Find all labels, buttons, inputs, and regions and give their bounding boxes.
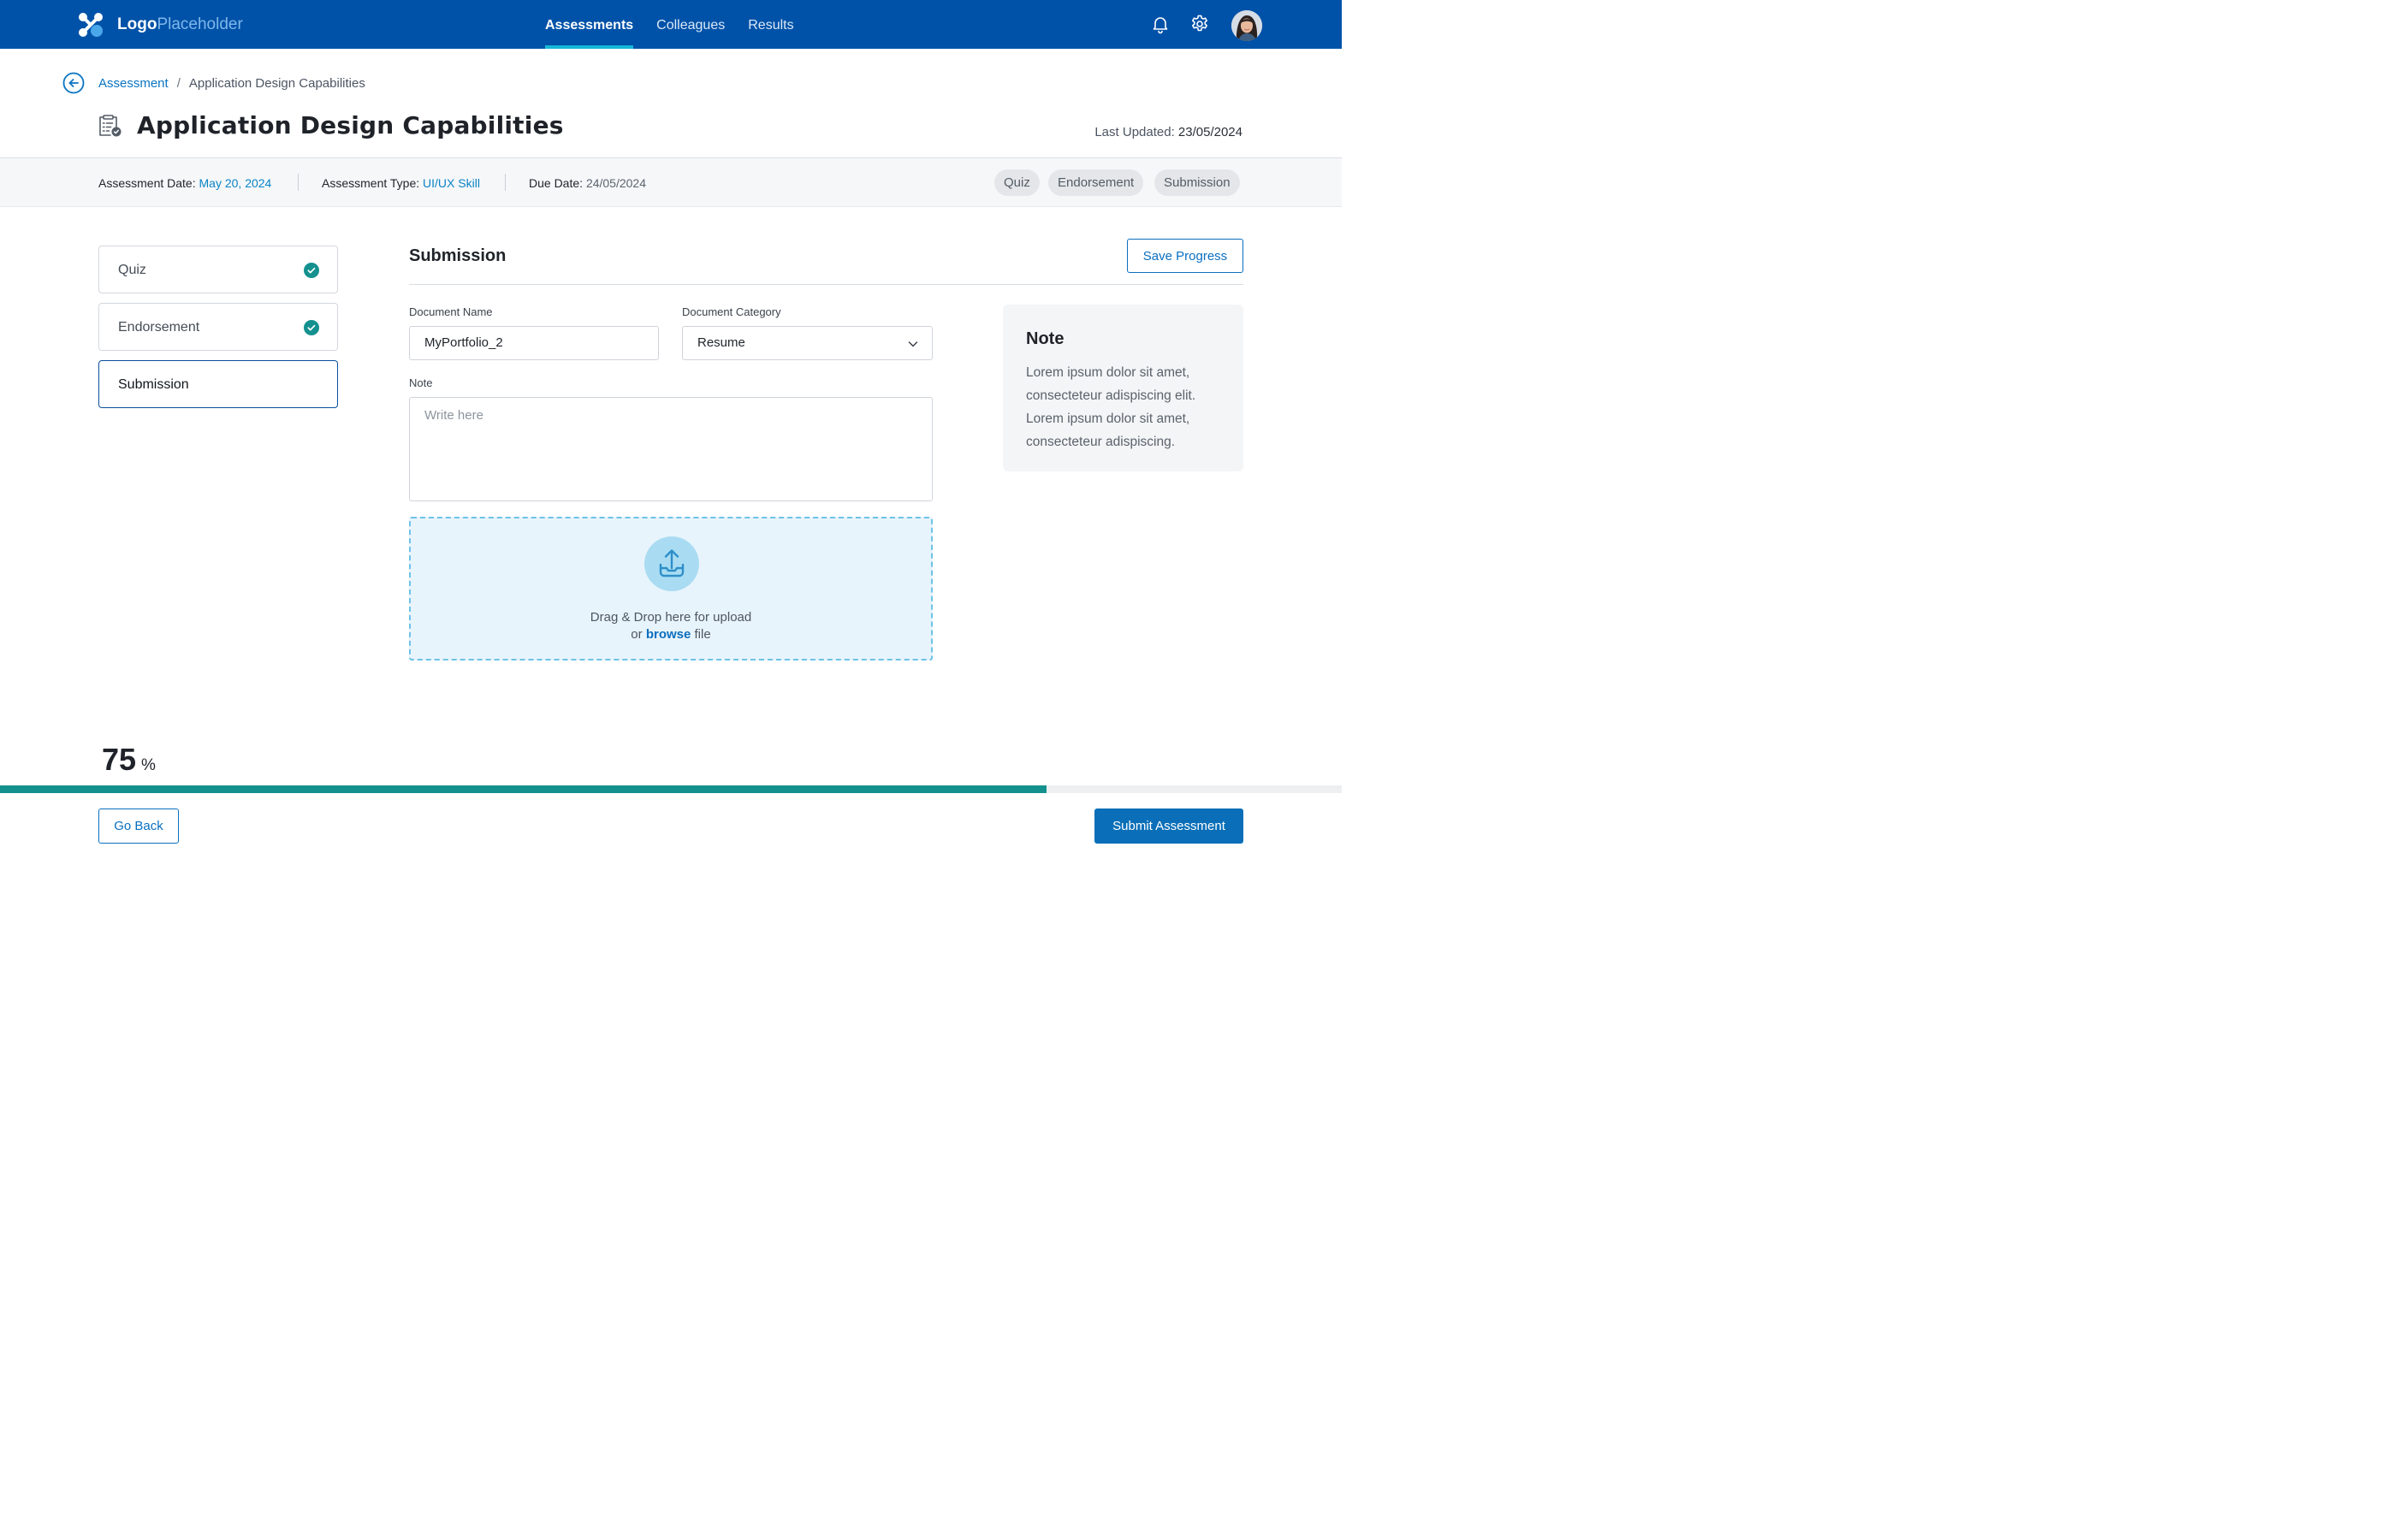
- section-title: Submission: [409, 246, 507, 265]
- step-label: Endorsement: [118, 320, 200, 335]
- due-date: Due Date: 24/05/2024: [529, 175, 646, 191]
- step-submission[interactable]: Submission: [98, 360, 338, 408]
- chip-quiz[interactable]: Quiz: [994, 169, 1040, 196]
- chevron-down-icon: [908, 341, 918, 347]
- progress-bar-fill: [0, 785, 1047, 793]
- page-title: Application Design Capabilities: [137, 111, 564, 139]
- assessment-info-bar: Assessment Date: May 20, 2024 Assessment…: [0, 157, 1342, 207]
- progress-unit: %: [141, 756, 156, 774]
- progress-bar: [0, 785, 1342, 793]
- assessment-type-value: UI/UX Skill: [423, 176, 480, 190]
- document-name-label: Document Name: [409, 305, 493, 318]
- meta-divider: [505, 174, 506, 191]
- check-circle-icon: [304, 320, 319, 335]
- dropzone-browse-line: or browse file: [411, 626, 931, 643]
- avatar[interactable]: [1231, 10, 1262, 41]
- meta-divider: [298, 174, 299, 191]
- document-category-value: Resume: [697, 335, 745, 350]
- document-category-label: Document Category: [682, 305, 781, 318]
- clipboard-check-icon: [99, 115, 122, 137]
- logo-icon: [79, 13, 103, 37]
- assessment-date-value: May 20, 2024: [199, 176, 272, 190]
- go-back-button[interactable]: Go Back: [98, 808, 179, 844]
- dropzone-file: file: [694, 627, 711, 642]
- note-textarea[interactable]: [409, 397, 933, 501]
- avatar-image: [1231, 10, 1262, 41]
- check-circle-icon: [304, 263, 319, 278]
- last-updated: Last Updated: 23/05/2024: [1094, 124, 1242, 141]
- step-endorsement[interactable]: Endorsement: [98, 303, 338, 351]
- note-panel: Note Lorem ipsum dolor sit amet, consect…: [1003, 305, 1243, 471]
- main-nav: Assessments Colleagues Results: [545, 0, 817, 49]
- breadcrumb: Assessment / Application Design Capabili…: [98, 75, 365, 92]
- document-category-select[interactable]: Resume: [682, 326, 933, 360]
- nav-results[interactable]: Results: [748, 0, 793, 49]
- note-panel-title: Note: [1026, 329, 1065, 348]
- browse-link[interactable]: browse: [646, 627, 691, 642]
- due-date-value: 24/05/2024: [585, 176, 647, 190]
- upload-tray-icon: [659, 549, 685, 578]
- assessment-type-label: Assessment Type:: [322, 176, 420, 190]
- bell-icon[interactable]: [1150, 14, 1171, 34]
- breadcrumb-current: Application Design Capabilities: [188, 76, 365, 91]
- logo[interactable]: LogoPlaceholder: [78, 12, 243, 38]
- file-dropzone[interactable]: Drag & Drop here for upload or browse fi…: [409, 517, 933, 660]
- step-quiz[interactable]: Quiz: [98, 246, 338, 293]
- breadcrumb-link-assessment[interactable]: Assessment: [98, 75, 169, 92]
- submit-assessment-button[interactable]: Submit Assessment: [1094, 808, 1243, 844]
- progress-value: 75: [102, 742, 137, 777]
- top-navigation: LogoPlaceholder Assessments Colleagues R…: [0, 0, 1342, 49]
- chip-endorsement[interactable]: Endorsement: [1048, 169, 1144, 196]
- dropzone-or: or: [631, 627, 643, 642]
- assessment-date: Assessment Date: May 20, 2024: [98, 175, 271, 191]
- last-updated-label: Last Updated:: [1094, 125, 1175, 139]
- gear-icon[interactable]: [1189, 14, 1210, 34]
- note-panel-body: Lorem ipsum dolor sit amet, consecteteur…: [1026, 365, 1196, 449]
- logo-text: LogoPlaceholder: [117, 15, 243, 33]
- step-label: Quiz: [118, 263, 146, 277]
- assessment-date-label: Assessment Date:: [98, 176, 196, 190]
- nav-colleagues[interactable]: Colleagues: [656, 0, 725, 49]
- upload-badge: [644, 536, 699, 591]
- last-updated-value: 23/05/2024: [1177, 125, 1242, 139]
- assessment-type: Assessment Type: UI/UX Skill: [322, 175, 480, 191]
- save-progress-button[interactable]: Save Progress: [1127, 239, 1243, 273]
- note-field-label: Note: [409, 376, 433, 389]
- dropzone-instruction: Drag & Drop here for upload: [590, 610, 752, 625]
- document-name-input[interactable]: MyPortfolio_2: [409, 326, 659, 360]
- chip-submission[interactable]: Submission: [1154, 169, 1240, 196]
- section-divider: [409, 284, 1243, 285]
- due-date-label: Due Date:: [529, 176, 584, 190]
- back-arrow-icon[interactable]: [62, 72, 85, 94]
- nav-assessments[interactable]: Assessments: [545, 0, 634, 49]
- breadcrumb-separator: /: [176, 76, 181, 91]
- step-label: Submission: [118, 377, 189, 392]
